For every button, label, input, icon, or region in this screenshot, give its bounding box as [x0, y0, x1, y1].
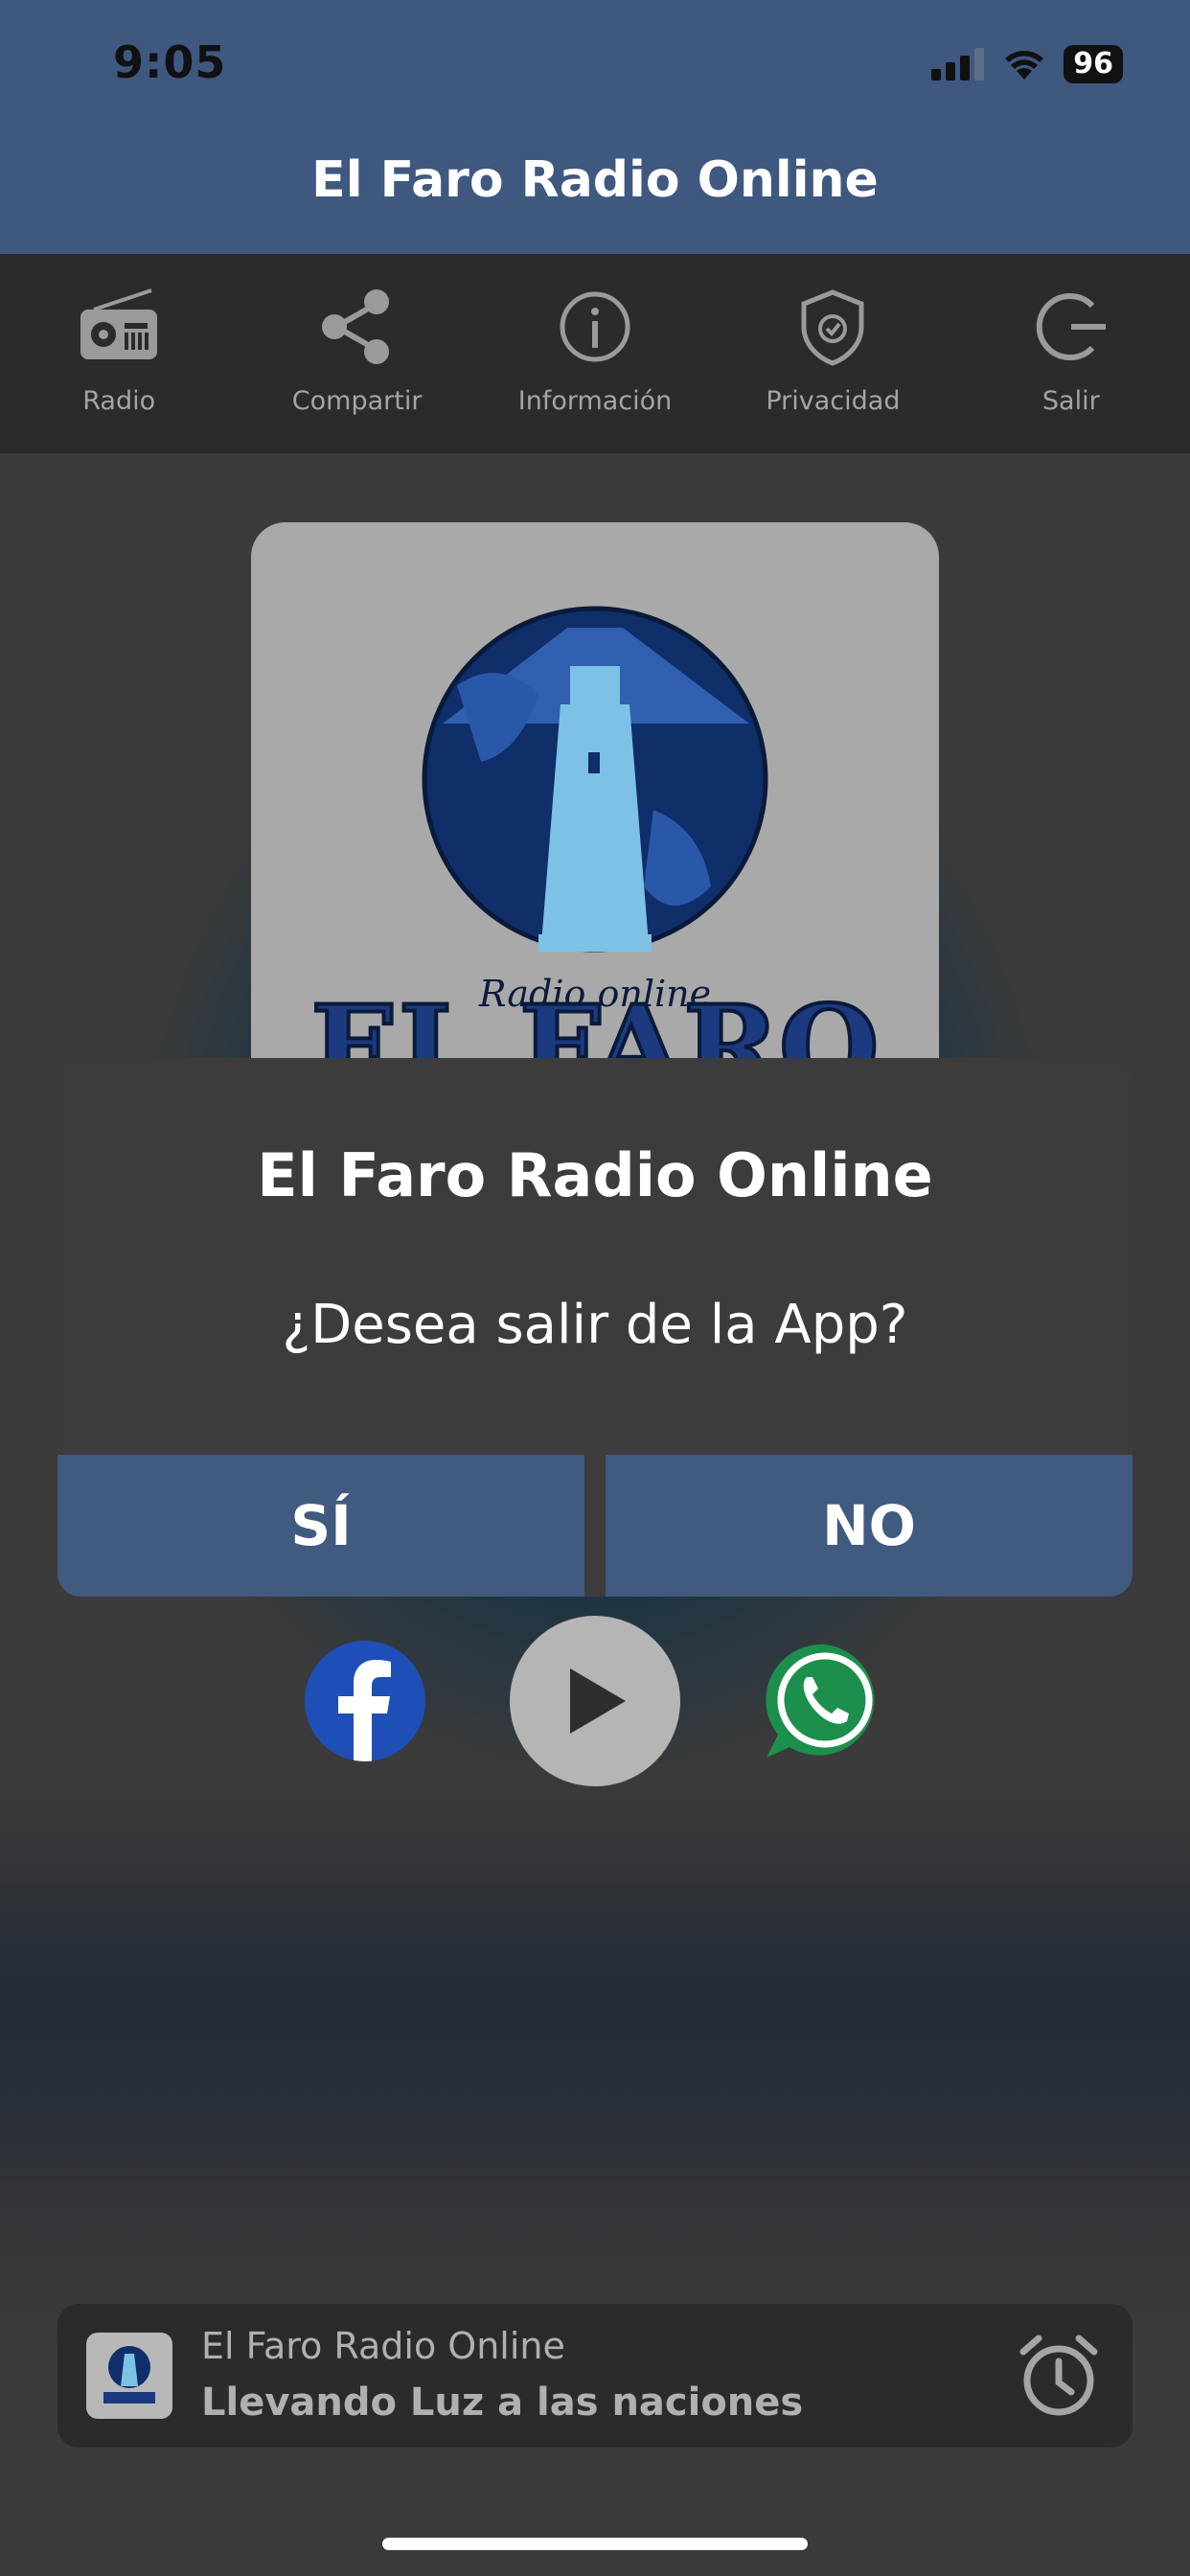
share-icon: [321, 289, 389, 364]
toolbar-item-informacion[interactable]: Información: [476, 254, 714, 453]
station-cover: Radio online EL FARO: [251, 522, 939, 1059]
toolbar-label: Radio: [82, 386, 156, 416]
toolbar-item-privacidad[interactable]: Privacidad: [714, 254, 951, 453]
whatsapp-button[interactable]: [763, 1639, 887, 1763]
radio-icon: [80, 288, 158, 359]
facebook-icon: [338, 1660, 391, 1761]
exit-dialog: El Faro Radio Online ¿Desea salir de la …: [57, 1058, 1133, 1597]
toolbar-item-radio[interactable]: Radio: [0, 254, 238, 453]
whatsapp-icon: [766, 1644, 875, 1758]
background-fog: [0, 1773, 1190, 2348]
power-icon: [1036, 293, 1106, 360]
battery-indicator: 96: [1064, 45, 1123, 83]
toolbar-label: Información: [517, 386, 673, 416]
toolbar: Radio Compartir Información Privacidad S…: [0, 254, 1190, 453]
lighthouse-globe-logo: Radio online EL FARO: [309, 606, 881, 1059]
mini-player[interactable]: El Faro Radio Online Llevando Luz a las …: [57, 2304, 1133, 2448]
toolbar-label: Compartir: [291, 386, 423, 416]
signal-icon: [931, 48, 985, 80]
no-button[interactable]: NO: [606, 1455, 1133, 1597]
mini-player-thumbnail: [86, 2333, 172, 2419]
mini-player-subtitle: Llevando Luz a las naciones: [201, 2380, 804, 2425]
status-icons: 96: [931, 42, 1123, 86]
cover-logo-text: EL FARO: [310, 980, 879, 1059]
toolbar-label: Salir: [1041, 386, 1100, 416]
mini-player-title: El Faro Radio Online: [201, 2325, 565, 2367]
wifi-icon: [1005, 51, 1044, 80]
yes-button[interactable]: SÍ: [57, 1455, 584, 1597]
facebook-button[interactable]: [305, 1641, 425, 1761]
alarm-clock-icon[interactable]: [1012, 2329, 1106, 2423]
toolbar-item-compartir[interactable]: Compartir: [238, 254, 475, 453]
status-time: 9:05: [113, 36, 227, 88]
play-icon: [570, 1668, 626, 1734]
dialog-message: ¿Desea salir de la App?: [282, 1294, 908, 1356]
home-indicator[interactable]: [382, 2538, 808, 2550]
shield-icon: [801, 289, 864, 366]
station-logo-thumbnail: [103, 2346, 155, 2404]
page-title: El Faro Radio Online: [311, 151, 879, 209]
toolbar-item-salir[interactable]: Salir: [952, 254, 1190, 453]
toolbar-label: Privacidad: [766, 386, 901, 416]
info-icon: [560, 291, 630, 362]
play-button[interactable]: [510, 1616, 680, 1786]
dialog-title: El Faro Radio Online: [257, 1140, 933, 1210]
